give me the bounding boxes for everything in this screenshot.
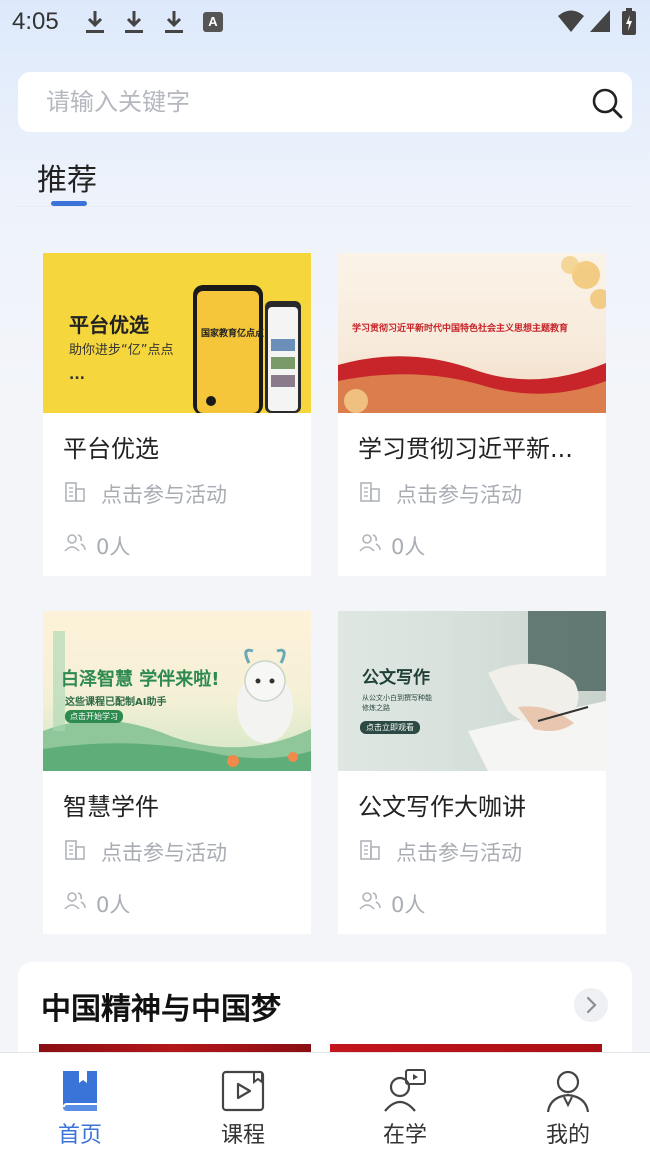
download-icon <box>125 11 143 33</box>
chevron-right-icon <box>586 996 597 1014</box>
card-participant-count: 0人 <box>96 535 131 559</box>
thumb-button: 点击立即观看 <box>360 721 420 734</box>
more-button[interactable] <box>574 988 608 1022</box>
activity-card[interactable]: 公文写作 从公文小白到撰写种能 修炼之路 点击立即观看 公文写作大咖讲 点击参与… <box>338 611 606 934</box>
activity-card[interactable]: 学习贯彻习近平新时代中国特色社会主义思想主题教育 学习贯彻习近平新... 点击参… <box>338 253 606 576</box>
nav-label: 课程 <box>220 1123 265 1148</box>
learner-icon <box>384 1069 426 1112</box>
thumb-subline-2: 修炼之路 <box>362 704 390 712</box>
card-title: 学习贯彻习近平新... <box>358 435 573 463</box>
bottom-nav: 首页 课程 在学 我的 <box>0 1052 650 1155</box>
thumb-headline: 平台优选 <box>69 313 149 337</box>
card-title: 平台优选 <box>63 435 159 463</box>
nav-item-courses[interactable]: 课程 <box>183 1053 303 1155</box>
nav-label: 我的 <box>545 1123 590 1148</box>
nav-item-home[interactable]: 首页 <box>20 1053 140 1155</box>
topic-title: 中国精神与中国梦 <box>41 992 281 1027</box>
card-title: 智慧学件 <box>63 793 159 821</box>
card-action-text[interactable]: 点击参与活动 <box>101 837 227 867</box>
phone-screen-text: 国家教育亿点点 <box>201 329 265 339</box>
building-icon <box>360 482 380 502</box>
card-title: 公文写作大咖讲 <box>358 793 526 821</box>
wifi-icon <box>558 10 584 32</box>
card-participant-count: 0人 <box>391 535 426 559</box>
thumb-subline: 从公文小白到撰写种能 <box>362 694 432 702</box>
phone-mockup-image <box>193 285 301 413</box>
activity-card[interactable]: 白泽智慧 学伴来啦! 这些课程已配制AI助手 点击开始学习 智慧学件 点击参与活… <box>43 611 311 934</box>
people-icon <box>64 534 86 552</box>
card-participant-count: 0人 <box>96 893 131 917</box>
thumb-headline: 学习贯彻习近平新时代中国特色社会主义思想主题教育 <box>352 324 569 334</box>
card-thumbnail: 平台优选 助你进步“亿”点点 ... 国家教育亿点点 <box>43 253 311 413</box>
card-thumbnail: 白泽智慧 学伴来啦! 这些课程已配制AI助手 点击开始学习 <box>43 611 311 771</box>
card-thumbnail: 公文写作 从公文小白到撰写种能 修炼之路 点击立即观看 <box>338 611 606 771</box>
card-action-text[interactable]: 点击参与活动 <box>396 837 522 867</box>
people-icon <box>64 892 86 910</box>
card-thumbnail: 学习贯彻习近平新时代中国特色社会主义思想主题教育 <box>338 253 606 413</box>
nav-item-profile[interactable]: 我的 <box>508 1053 628 1155</box>
download-icon <box>165 11 183 33</box>
thumb-headline: 白泽智慧 学伴来啦! <box>61 669 220 690</box>
signal-icon <box>590 10 610 32</box>
divider <box>18 206 632 207</box>
tab-recommend[interactable]: 推荐 <box>37 155 97 199</box>
writing-hands-image <box>468 611 606 771</box>
thumb-subline: 助你进步“亿”点点 <box>69 343 174 358</box>
building-icon <box>65 482 85 502</box>
nav-item-learning[interactable]: 在学 <box>345 1053 465 1155</box>
status-time: 4:05 <box>12 8 59 35</box>
video-course-icon <box>221 1070 265 1112</box>
status-bar: 4:05 A <box>0 0 650 46</box>
keyboard-a-icon: A <box>203 12 223 32</box>
nav-label: 在学 <box>382 1123 427 1148</box>
card-action-text[interactable]: 点击参与活动 <box>101 479 227 509</box>
search-input[interactable] <box>46 86 546 118</box>
nav-label: 首页 <box>57 1123 102 1148</box>
thumb-button: 点击开始学习 <box>65 710 123 723</box>
thumb-dots: ... <box>69 367 85 383</box>
activity-card[interactable]: 平台优选 助你进步“亿”点点 ... 国家教育亿点点 平台优选 点击参与活动 0… <box>43 253 311 576</box>
download-icon <box>86 11 104 33</box>
building-icon <box>360 840 380 860</box>
thumb-subline: 这些课程已配制AI助手 <box>65 697 167 708</box>
mascot-illustration-image <box>43 631 311 771</box>
search-icon[interactable] <box>590 86 624 120</box>
thumb-headline: 公文写作 <box>362 668 430 688</box>
search-bar[interactable] <box>18 72 632 132</box>
card-action-text[interactable]: 点击参与活动 <box>396 479 522 509</box>
people-icon <box>359 534 381 552</box>
profile-icon <box>546 1070 590 1113</box>
battery-icon <box>622 8 636 35</box>
book-icon <box>63 1071 97 1111</box>
building-icon <box>65 840 85 860</box>
card-participant-count: 0人 <box>391 893 426 917</box>
people-icon <box>359 892 381 910</box>
